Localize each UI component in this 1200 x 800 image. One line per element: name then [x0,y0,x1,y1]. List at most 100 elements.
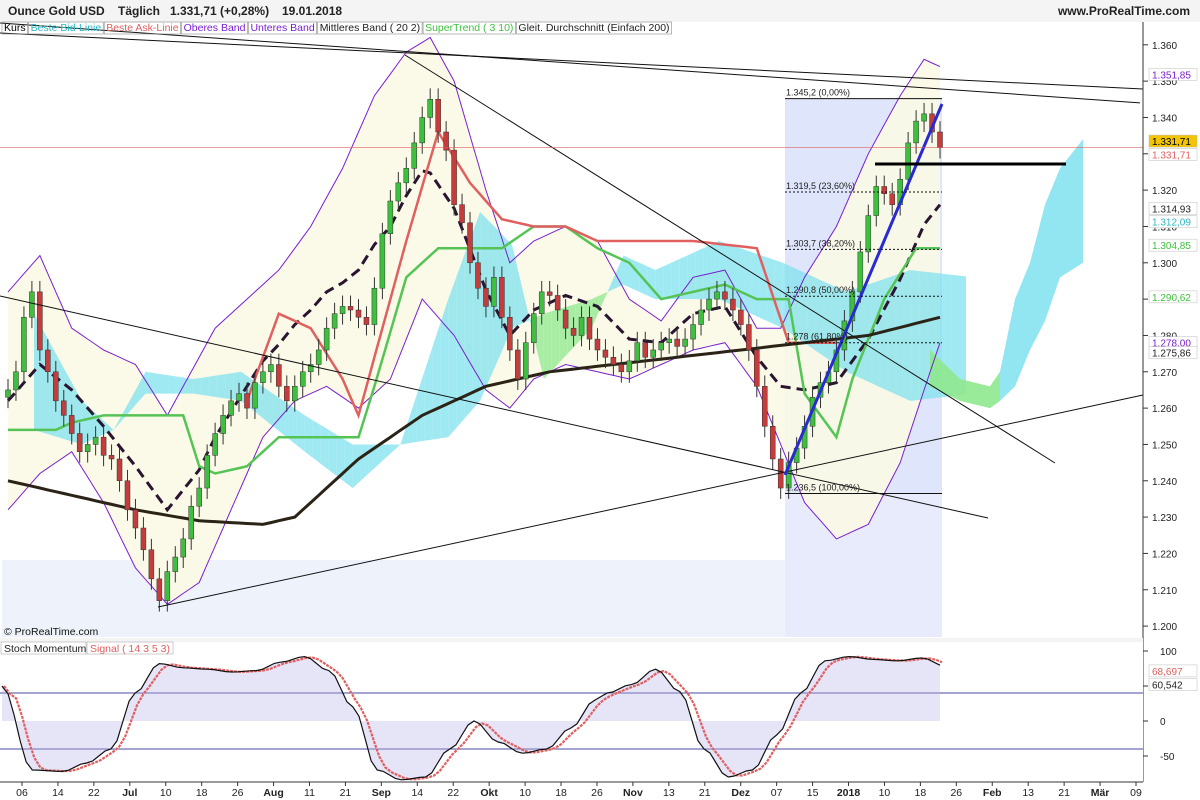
fib-level-label: 1.278 (61,80%) [786,332,848,342]
candle-body [331,313,338,329]
candle-body [570,327,577,336]
x-tick-label: 18 [196,787,208,799]
price-tick-label: 1.250 [1152,440,1177,451]
candle-body [244,393,250,409]
candle-body [188,505,194,540]
price-tick-label: 1.200 [1152,622,1177,633]
candle-body [451,149,457,205]
cloud-segment [440,299,449,439]
candle-body [610,356,617,365]
cloud-segment [272,393,281,433]
price-badge-label: 1.290,62 [1152,293,1191,304]
candle-body [475,262,481,289]
price-chart[interactable]: 1.345,2 (0,00%) 1.319,5 (23,60%) 1.303,7 (… [0,0,1200,800]
indicator-badge-label: 60,542 [1152,681,1183,692]
cloud-segment [280,399,289,439]
cloud-segment [671,259,680,300]
candle-body [491,277,497,307]
candle-body [212,433,218,456]
candle-body [427,99,433,118]
candle-body [769,426,776,460]
candle-body [100,436,107,456]
candle-body [554,295,561,311]
candle-body [156,578,163,601]
cloud-segment [201,376,210,397]
candle-body [730,298,736,311]
candle-body [53,371,59,402]
x-tick-label: 07 [771,787,783,799]
candle-body [132,509,139,529]
candle-body [435,99,441,133]
cloud-segment [448,277,457,438]
candle-body [260,371,266,383]
candle-body [690,324,696,340]
candle-body [76,433,83,452]
candle-body [738,309,744,325]
cloud-segment [631,259,640,292]
x-tick-label: 26 [232,787,244,799]
candle-body [268,364,274,373]
cloud-segment [902,270,911,401]
candle-body [889,193,895,205]
candle-body [913,120,919,144]
candle-body [363,317,370,325]
price-badge-label: 1.331,71 [1152,151,1191,162]
candle-body [865,215,872,253]
candle-body [578,317,585,336]
candle-body [395,182,402,202]
candle-body [252,382,258,409]
cloud-segment [161,374,170,394]
x-tick-label: Mär [1091,787,1110,799]
candle-body [530,313,537,343]
candle-body [857,251,864,293]
cloud-segment [265,388,273,427]
cloud-segment [727,243,735,307]
cloud-segment [472,211,481,410]
candle-body [746,324,752,351]
candle-body [21,317,27,373]
x-tick-label: 13 [1022,787,1034,799]
candle-body [618,364,625,373]
candle-body [108,455,115,460]
panel-separator [0,638,1143,642]
price-badge-label: 1.351,85 [1152,70,1191,81]
price-tick-label: 1.270 [1152,368,1177,379]
cloud-segment [288,404,297,446]
candle-body [682,338,688,347]
indicator-tick-label: -50 [1160,752,1175,763]
candle-body [873,186,880,216]
candle-body [881,186,887,195]
cloud-segment [750,251,759,318]
candle-body [84,444,91,452]
cloud-segment [647,266,656,300]
x-tick-label: Okt [480,787,498,799]
candle-body [586,317,593,340]
candle-body [172,556,179,572]
fib-level-label: 1.345,2 (0,00%) [786,88,850,98]
copyright-text: © ProRealTime.com [4,626,99,638]
price-tick-label: 1.260 [1152,404,1177,415]
price-tick-label: 1.360 [1152,41,1177,52]
x-tick-label: 15 [807,787,819,799]
price-tick-label: 1.210 [1152,586,1177,597]
cloud-segment [320,425,329,470]
candle-body [5,389,11,398]
x-tick-label: Nov [623,787,643,799]
x-tick-label: 2018 [837,787,861,799]
x-tick-label: 09 [1130,787,1142,799]
candle-body [347,306,354,311]
cloud-segment [352,444,361,489]
x-tick-label: 21 [340,787,352,799]
price-tick-label: 1.220 [1152,549,1177,560]
candle-body [13,371,19,391]
cloud-segment [894,272,903,398]
candle-body [29,291,35,318]
legend-item: Gleit. Durchschnitt (Einfach 200) [518,22,669,34]
candle-body [594,338,601,351]
candle-body [634,342,641,362]
cloud-segment [193,377,202,395]
candle-body [220,415,226,434]
cloud-segment [551,308,560,371]
indicator-badge-label: 68,697 [1152,667,1183,678]
cloud-segment [918,270,927,400]
